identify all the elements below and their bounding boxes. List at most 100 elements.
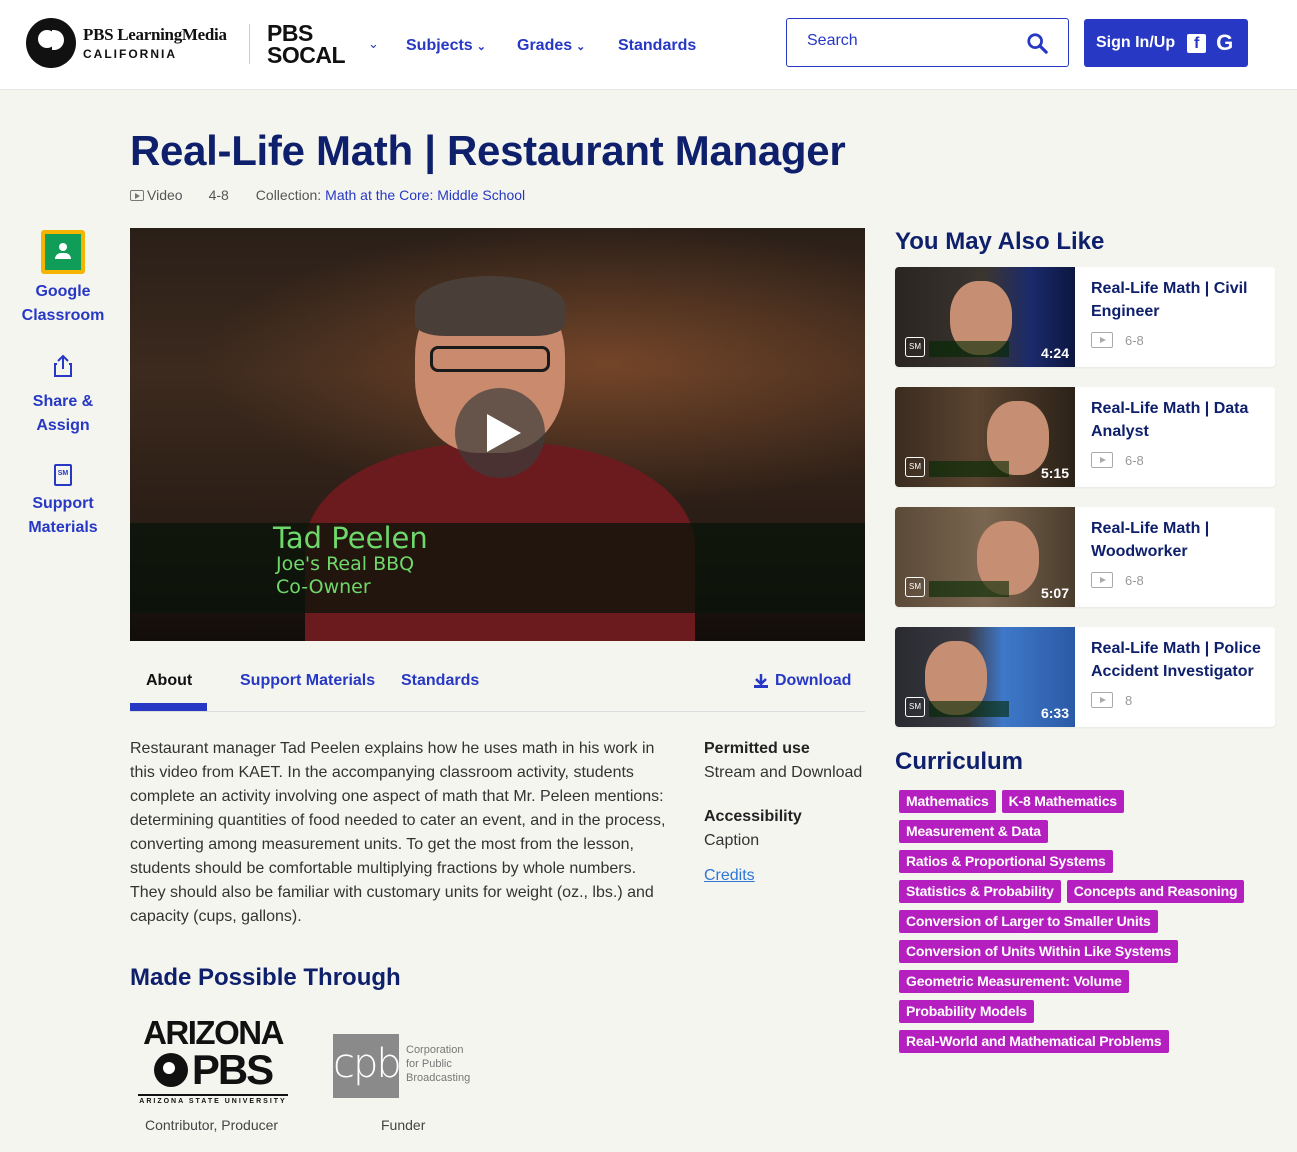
cpb-logo[interactable]: cpb — [333, 1034, 402, 1098]
related-title: Real-Life Math | Woodworker — [1091, 520, 1210, 560]
video-lower-third — [130, 523, 865, 613]
header-divider — [249, 24, 250, 64]
cpb-line2: for Public — [406, 1058, 452, 1070]
play-icon[interactable] — [455, 388, 545, 478]
video-player[interactable]: Tad Peelen Joe's Real BBQ Co-Owner — [130, 228, 865, 641]
related-thumbnail: SM 5:07 — [895, 507, 1075, 607]
resource-meta: Video 4-8 Collection: Math at the Core: … — [130, 187, 525, 203]
related-card[interactable]: SM 5:15 Real-Life Math | Data Analyst 6-… — [895, 387, 1275, 487]
related-title: Real-Life Math | Data Analyst — [1091, 400, 1249, 440]
facebook-icon: f — [1187, 33, 1207, 53]
share-assign-button[interactable]: Share & Assign — [20, 354, 106, 438]
arizona-pbs-logo[interactable]: ARIZONA PBS ARIZONA STATE UNIVERSITY — [138, 1014, 288, 1105]
collection-label: Collection: — [255, 187, 322, 203]
related-grades: 8 — [1125, 692, 1133, 708]
google-classroom-label: Google Classroom — [21, 283, 105, 324]
curriculum-tag[interactable]: Mathematics — [899, 790, 996, 813]
chevron-down-icon: ⌄ — [476, 41, 486, 53]
related-card[interactable]: SM 6:33 Real-Life Math | Police Accident… — [895, 627, 1275, 727]
station-logo[interactable]: PBS SOCAL — [267, 20, 346, 67]
resource-tabs: About Support Materials Standards Downlo… — [130, 664, 865, 712]
curriculum-tag[interactable]: Ratios & Proportional Systems — [899, 850, 1113, 873]
support-materials-icon: SM — [905, 457, 925, 477]
video-caption-name: Tad Peelen — [273, 521, 428, 555]
video-icon — [1091, 572, 1113, 588]
az-logo-line2-wrap: PBS — [138, 1048, 288, 1092]
share-assign-label: Share & Assign — [32, 393, 94, 434]
tab-active-indicator — [130, 703, 207, 711]
support-materials-icon: SM — [905, 577, 925, 597]
tab-about[interactable]: About — [146, 672, 192, 690]
curriculum-tag[interactable]: Statistics & Probability — [899, 880, 1061, 903]
pbs-learningmedia-logo[interactable]: PBS LearningMedia CALIFORNIA — [26, 18, 227, 68]
search-icon[interactable] — [1026, 32, 1048, 54]
nav-standards-label: Standards — [618, 37, 697, 54]
related-thumbnail: SM 4:24 — [895, 267, 1075, 367]
search-input[interactable] — [807, 32, 1017, 50]
related-title: Real-Life Math | Civil Engineer — [1091, 280, 1248, 320]
thumbnail-caption-bar — [929, 461, 1009, 477]
curriculum-tag[interactable]: Conversion of Larger to Smaller Units — [899, 910, 1158, 933]
curriculum-tag[interactable]: Geometric Measurement: Volume — [899, 970, 1129, 993]
curriculum-tag[interactable]: K-8 Mathematics — [1001, 790, 1124, 813]
collection-link[interactable]: Math at the Core: Middle School — [325, 187, 525, 203]
related-grades: 6-8 — [1125, 452, 1144, 468]
tab-support-materials[interactable]: Support Materials — [240, 672, 375, 690]
related-grades: 6-8 — [1125, 572, 1144, 588]
curriculum-title: Curriculum — [895, 748, 1024, 775]
related-meta: 6-8 — [1091, 452, 1144, 468]
nav-grades[interactable]: Grades ⌄ — [517, 37, 585, 55]
curriculum-tag[interactable]: Conversion of Units Within Like Systems — [899, 940, 1179, 963]
station-chevron-down-icon[interactable]: ⌄ — [368, 36, 379, 52]
permitted-use-label: Permitted use — [704, 740, 810, 757]
permitted-use: Permitted use Stream and Download — [704, 737, 869, 785]
search-box — [786, 18, 1069, 67]
accessibility: Accessibility Caption — [704, 805, 869, 853]
accessibility-label: Accessibility — [704, 808, 802, 825]
support-materials-icon: SM — [905, 337, 925, 357]
about-description: Restaurant manager Tad Peelen explains h… — [130, 740, 666, 925]
logo-subtitle: CALIFORNIA — [83, 47, 177, 61]
site-header: PBS LearningMedia CALIFORNIA PBS SOCAL ⌄… — [0, 0, 1297, 90]
google-classroom-icon — [41, 230, 85, 274]
thumbnail-caption-bar — [929, 581, 1009, 597]
video-caption-line2: Co-Owner — [276, 576, 371, 598]
credits-link[interactable]: Credits — [704, 867, 755, 885]
az-logo-line1: ARIZONA — [143, 1014, 284, 1051]
tab-standards[interactable]: Standards — [401, 672, 479, 690]
download-button[interactable]: Download — [753, 672, 851, 690]
google-classroom-button[interactable]: Google Classroom — [20, 230, 106, 328]
curriculum-tag[interactable]: Real-World and Mathematical Problems — [899, 1030, 1169, 1053]
curriculum-tag[interactable]: Concepts and Reasoning — [1066, 880, 1245, 903]
related-title: Real-Life Math | Police Accident Investi… — [1091, 640, 1261, 680]
video-duration: 6:33 — [1040, 705, 1069, 721]
cpb-caption: Funder — [381, 1117, 426, 1133]
sign-in-button[interactable]: Sign In/Up f G — [1084, 19, 1248, 67]
also-like-title: You May Also Like — [895, 228, 1105, 255]
related-card[interactable]: SM 5:07 Real-Life Math | Woodworker 6-8 — [895, 507, 1275, 607]
related-meta: 8 — [1091, 692, 1132, 708]
video-duration: 4:24 — [1040, 345, 1069, 361]
made-possible-title: Made Possible Through — [130, 964, 401, 991]
az-logo-line3: ARIZONA STATE UNIVERSITY — [138, 1094, 288, 1105]
video-person-glasses — [430, 346, 550, 372]
related-card[interactable]: SM 4:24 Real-Life Math | Civil Engineer … — [895, 267, 1275, 367]
support-materials-label: Support Materials — [28, 495, 98, 536]
download-label: Download — [775, 672, 852, 689]
video-icon — [1091, 332, 1113, 348]
sign-in-label: Sign In/Up — [1096, 34, 1176, 51]
video-person-hair — [415, 276, 565, 336]
nav-subjects[interactable]: Subjects ⌄ — [406, 37, 486, 55]
curriculum-tag[interactable]: Probability Models — [899, 1000, 1034, 1023]
resource-grades: 4-8 — [208, 187, 229, 203]
related-meta: 6-8 — [1091, 572, 1144, 588]
chevron-down-icon: ⌄ — [576, 41, 586, 53]
curriculum-tag[interactable]: Measurement & Data — [899, 820, 1048, 843]
station-line1: PBS — [267, 20, 313, 46]
nav-standards[interactable]: Standards — [618, 37, 696, 55]
thumbnail-caption-bar — [929, 701, 1009, 717]
support-materials-button[interactable]: SM Support Materials — [20, 464, 106, 540]
thumbnail-caption-bar — [929, 341, 1009, 357]
page-title: Real-Life Math | Restaurant Manager — [130, 127, 846, 174]
resource-type: Video — [147, 187, 183, 203]
